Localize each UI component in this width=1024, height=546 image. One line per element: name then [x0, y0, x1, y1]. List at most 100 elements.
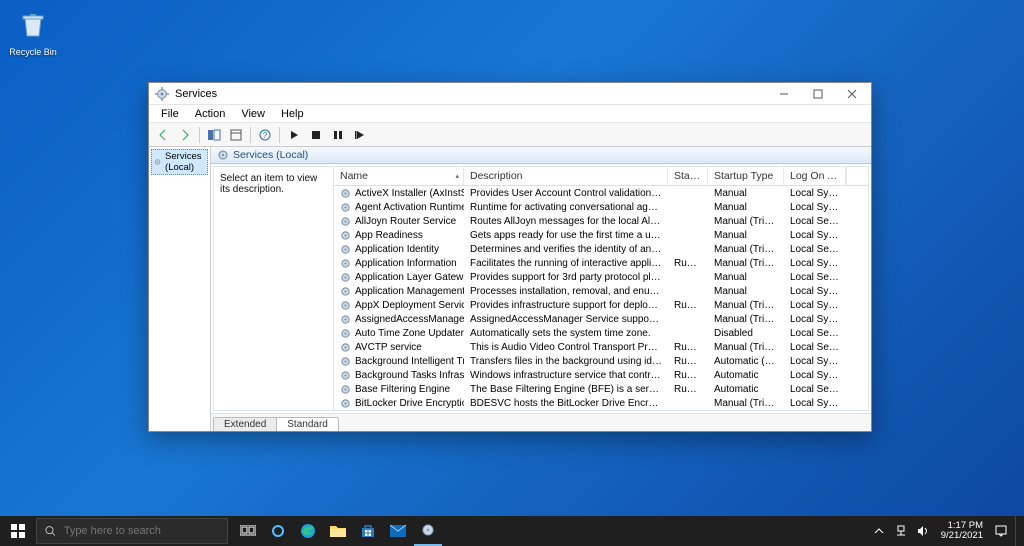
service-row[interactable]: AssignedAccessManager ServiceAssignedAcc… [334, 312, 868, 326]
service-row[interactable]: ActiveX Installer (AxInstSV)Provides Use… [334, 186, 868, 200]
hint-text: Select an item to view its description. [220, 173, 317, 195]
svg-text:?: ? [263, 131, 268, 140]
service-row[interactable]: Application IdentityDetermines and verif… [334, 242, 868, 256]
header-startup[interactable]: Startup Type [708, 167, 784, 185]
service-row[interactable]: Background Tasks Infrastructure ServiceW… [334, 368, 868, 382]
service-row[interactable]: Agent Activation Runtime_276ddRuntime fo… [334, 200, 868, 214]
file-explorer-button[interactable] [324, 516, 352, 546]
cell-description: Gets apps ready for use the first time a… [464, 230, 668, 241]
cell-startup: Manual [708, 286, 784, 297]
cell-description: Routes AllJoyn messages for the local Al… [464, 216, 668, 227]
cell-name: AssignedAccessManager Service [334, 314, 464, 325]
cell-description: Provides infrastructure support for depl… [464, 300, 668, 311]
mail-button[interactable] [384, 516, 412, 546]
cell-logon: Local Service [784, 342, 846, 353]
header-logon[interactable]: Log On As [784, 167, 846, 185]
start-button[interactable] [0, 516, 36, 546]
cell-name: Application Information [334, 258, 464, 269]
service-row[interactable]: Application InformationFacilitates the r… [334, 256, 868, 270]
cell-startup: Automatic [708, 384, 784, 395]
cell-description: Provides User Account Control validation… [464, 188, 668, 199]
service-row[interactable]: Application ManagementProcesses installa… [334, 284, 868, 298]
cell-description: Provides support for 3rd party protocol … [464, 272, 668, 283]
close-button[interactable] [835, 83, 869, 105]
show-desktop-button[interactable] [1015, 516, 1020, 546]
notification-icon [995, 525, 1007, 537]
toolbar: ? [149, 123, 871, 147]
menu-file[interactable]: File [153, 107, 187, 121]
play-button[interactable] [284, 125, 304, 145]
clock[interactable]: 1:17 PM 9/21/2021 [937, 521, 987, 542]
cell-description: Determines and verifies the identity of … [464, 244, 668, 255]
menu-action[interactable]: Action [187, 107, 234, 121]
menu-view[interactable]: View [233, 107, 273, 121]
tree-pane[interactable]: Services (Local) [149, 147, 211, 431]
gear-icon [340, 272, 351, 283]
cell-logon: Local System [784, 258, 846, 269]
task-view-button[interactable] [234, 516, 262, 546]
service-row[interactable]: Application Layer Gateway ServiceProvide… [334, 270, 868, 284]
mail-icon [390, 525, 406, 537]
pane-header: Services (Local) [211, 147, 871, 164]
service-row[interactable]: AllJoyn Router ServiceRoutes AllJoyn mes… [334, 214, 868, 228]
store-button[interactable] [354, 516, 382, 546]
restart-button[interactable] [350, 125, 370, 145]
gear-icon [340, 216, 351, 227]
service-row[interactable]: AppX Deployment Service (AppXSVC)Provide… [334, 298, 868, 312]
export-list-button[interactable] [226, 125, 246, 145]
service-row[interactable]: AVCTP serviceThis is Audio Video Control… [334, 340, 868, 354]
cortana-icon [271, 524, 285, 538]
service-row[interactable]: Background Intelligent Transfer ServiceT… [334, 354, 868, 368]
maximize-button[interactable] [801, 83, 835, 105]
taskbar: 1:17 PM 9/21/2021 [0, 516, 1024, 546]
cell-name: ActiveX Installer (AxInstSV) [334, 188, 464, 199]
cell-status: Running [668, 300, 708, 311]
tab-standard[interactable]: Standard [276, 417, 339, 431]
header-status[interactable]: Status [668, 167, 708, 185]
tray-chevron[interactable] [871, 516, 887, 546]
services-taskbar-button[interactable] [414, 516, 442, 546]
search-input[interactable] [64, 525, 219, 537]
tree-node-label: Services (Local) [165, 151, 205, 173]
tab-extended[interactable]: Extended [213, 417, 277, 431]
menu-help[interactable]: Help [273, 107, 312, 121]
tray-volume[interactable] [915, 516, 931, 546]
cell-description: Facilitates the running of interactive a… [464, 258, 668, 269]
back-button[interactable] [153, 125, 173, 145]
search-box[interactable] [36, 518, 228, 544]
help-button[interactable]: ? [255, 125, 275, 145]
service-row[interactable]: App ReadinessGets apps ready for use the… [334, 228, 868, 242]
titlebar[interactable]: Services [149, 83, 871, 105]
forward-button[interactable] [175, 125, 195, 145]
cell-logon: Local System [784, 230, 846, 241]
header-name[interactable]: Name [334, 167, 464, 185]
cortana-button[interactable] [264, 516, 292, 546]
cell-name: Auto Time Zone Updater [334, 328, 464, 339]
stop-button[interactable] [306, 125, 326, 145]
action-center[interactable] [993, 516, 1009, 546]
pause-button[interactable] [328, 125, 348, 145]
cell-description: The Base Filtering Engine (BFE) is a ser… [464, 384, 668, 395]
services-list[interactable]: ActiveX Installer (AxInstSV)Provides Use… [334, 186, 868, 410]
tray-network[interactable] [893, 516, 909, 546]
menubar: File Action View Help [149, 105, 871, 123]
service-row[interactable]: Auto Time Zone UpdaterAutomatically sets… [334, 326, 868, 340]
cell-startup: Manual (Trigger Start) [708, 342, 784, 353]
tree-node-services-local[interactable]: Services (Local) [151, 149, 208, 175]
gear-icon [340, 188, 351, 199]
cell-status: Running [668, 384, 708, 395]
minimize-button[interactable] [767, 83, 801, 105]
recycle-bin[interactable]: Recycle Bin [8, 8, 58, 57]
cell-description: Processes installation, removal, and enu… [464, 286, 668, 297]
store-icon [361, 524, 375, 538]
cell-name: Application Management [334, 286, 464, 297]
cell-name: App Readiness [334, 230, 464, 241]
header-description[interactable]: Description [464, 167, 668, 185]
service-row[interactable]: Base Filtering EngineThe Base Filtering … [334, 382, 868, 396]
edge-button[interactable] [294, 516, 322, 546]
show-hide-tree-button[interactable] [204, 125, 224, 145]
cell-startup: Manual (Trigger Start) [708, 300, 784, 311]
service-row[interactable]: BitLocker Drive Encryption ServiceBDESVC… [334, 396, 868, 410]
cell-logon: Local System [784, 300, 846, 311]
cell-name: Application Identity [334, 244, 464, 255]
